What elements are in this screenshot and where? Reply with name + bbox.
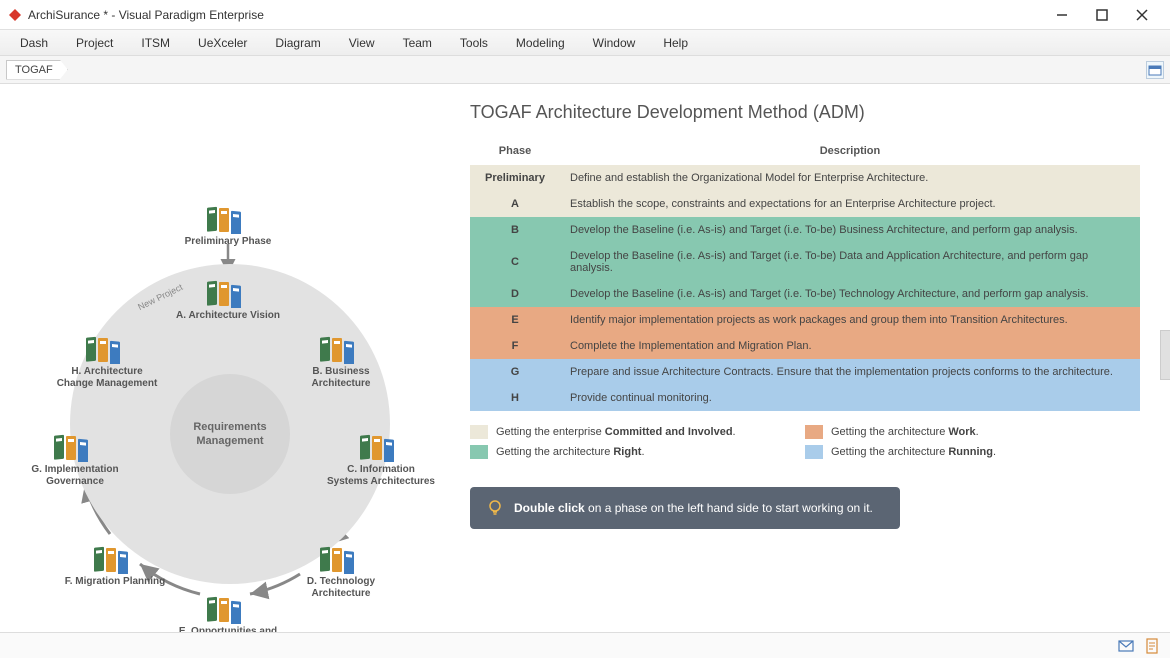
desc-cell: Complete the Implementation and Migratio… xyxy=(560,333,1140,359)
info-title: TOGAF Architecture Development Method (A… xyxy=(470,102,1140,123)
node-c[interactable]: C. Information Systems Architectures xyxy=(326,432,436,488)
binders-icon xyxy=(92,544,138,574)
node-label: H. Architecture Change Management xyxy=(52,366,162,390)
binders-icon xyxy=(205,278,251,308)
table-row: PreliminaryDefine and establish the Orga… xyxy=(470,165,1140,191)
menu-tools[interactable]: Tools xyxy=(446,32,502,54)
node-label: G. Implementation Governance xyxy=(20,464,130,488)
legend-right: Getting the architecture Right. xyxy=(470,445,805,459)
hint-rest: on a phase on the left hand side to star… xyxy=(585,501,873,515)
legend-committed: Getting the enterprise Committed and Inv… xyxy=(470,425,805,439)
menu-uexceler[interactable]: UeXceler xyxy=(184,32,261,54)
status-bar xyxy=(0,632,1170,658)
main-content: Requirements Management New Project Prel… xyxy=(0,84,1170,632)
window-title: ArchiSurance * - Visual Paradigm Enterpr… xyxy=(28,8,1042,22)
table-row: BDevelop the Baseline (i.e. As-is) and T… xyxy=(470,217,1140,243)
desc-cell: Provide continual monitoring. xyxy=(560,385,1140,411)
table-row: GPrepare and issue Architecture Contract… xyxy=(470,359,1140,385)
binders-icon xyxy=(84,334,130,364)
breadcrumb-togaf[interactable]: TOGAF xyxy=(6,60,68,80)
mail-icon[interactable] xyxy=(1118,638,1134,654)
menu-team[interactable]: Team xyxy=(389,32,446,54)
hint-box: Double click on a phase on the left hand… xyxy=(470,487,900,529)
desc-cell: Develop the Baseline (i.e. As-is) and Ta… xyxy=(560,243,1140,281)
table-row: EIdentify major implementation projects … xyxy=(470,307,1140,333)
app-icon xyxy=(8,8,22,22)
phase-cell: G xyxy=(470,359,560,385)
phase-cell: A xyxy=(470,191,560,217)
menu-project[interactable]: Project xyxy=(62,32,127,54)
requirements-center[interactable]: Requirements Management xyxy=(170,374,290,494)
desc-cell: Identify major implementation projects a… xyxy=(560,307,1140,333)
desc-cell: Develop the Baseline (i.e. As-is) and Ta… xyxy=(560,281,1140,307)
menu-diagram[interactable]: Diagram xyxy=(261,32,334,54)
menu-window[interactable]: Window xyxy=(579,32,650,54)
side-panel-handle[interactable] xyxy=(1160,330,1170,380)
node-g[interactable]: G. Implementation Governance xyxy=(20,432,130,488)
menu-modeling[interactable]: Modeling xyxy=(502,32,579,54)
phase-cell: F xyxy=(470,333,560,359)
menu-bar: Dash Project ITSM UeXceler Diagram View … xyxy=(0,30,1170,56)
table-row: CDevelop the Baseline (i.e. As-is) and T… xyxy=(470,243,1140,281)
minimize-button[interactable] xyxy=(1042,1,1082,29)
table-row: AEstablish the scope, constraints and ex… xyxy=(470,191,1140,217)
menu-dash[interactable]: Dash xyxy=(6,32,62,54)
node-h[interactable]: H. Architecture Change Management xyxy=(52,334,162,390)
phase-cell: H xyxy=(470,385,560,411)
node-label: F. Migration Planning xyxy=(65,576,166,588)
node-label: C. Information Systems Architectures xyxy=(326,464,436,488)
node-label: B. Business Architecture xyxy=(286,366,396,390)
desc-cell: Define and establish the Organizational … xyxy=(560,165,1140,191)
desc-cell: Prepare and issue Architecture Contracts… xyxy=(560,359,1140,385)
node-b[interactable]: B. Business Architecture xyxy=(286,334,396,390)
col-phase: Phase xyxy=(470,137,560,165)
phase-cell: B xyxy=(470,217,560,243)
menu-itsm[interactable]: ITSM xyxy=(127,32,184,54)
table-row: FComplete the Implementation and Migrati… xyxy=(470,333,1140,359)
menu-help[interactable]: Help xyxy=(649,32,702,54)
phase-cell: D xyxy=(470,281,560,307)
legend: Getting the enterprise Committed and Inv… xyxy=(470,425,1140,465)
hint-bold: Double click xyxy=(514,501,585,515)
maximize-button[interactable] xyxy=(1082,1,1122,29)
binders-icon xyxy=(205,594,251,624)
requirements-label: Requirements Management xyxy=(193,420,266,449)
desc-cell: Establish the scope, constraints and exp… xyxy=(560,191,1140,217)
phase-table: Phase Description PreliminaryDefine and … xyxy=(470,137,1140,411)
node-d[interactable]: D. Technology Architecture xyxy=(286,544,396,600)
binders-icon xyxy=(205,204,251,234)
document-icon[interactable] xyxy=(1144,638,1160,654)
table-row: DDevelop the Baseline (i.e. As-is) and T… xyxy=(470,281,1140,307)
menu-view[interactable]: View xyxy=(335,32,389,54)
binders-icon xyxy=(358,432,404,462)
phase-cell: C xyxy=(470,243,560,281)
desc-cell: Develop the Baseline (i.e. As-is) and Ta… xyxy=(560,217,1140,243)
lightbulb-icon xyxy=(486,499,504,517)
col-description: Description xyxy=(560,137,1140,165)
binders-icon xyxy=(318,334,364,364)
window-titlebar: ArchiSurance * - Visual Paradigm Enterpr… xyxy=(0,0,1170,30)
phase-cell: E xyxy=(470,307,560,333)
switch-diagram-icon[interactable] xyxy=(1146,61,1164,79)
phase-cell: Preliminary xyxy=(470,165,560,191)
node-f[interactable]: F. Migration Planning xyxy=(60,544,170,588)
node-preliminary[interactable]: Preliminary Phase xyxy=(173,204,283,248)
node-label: Preliminary Phase xyxy=(185,236,272,248)
diagram-pane: Requirements Management New Project Prel… xyxy=(0,84,460,632)
binders-icon xyxy=(52,432,98,462)
close-button[interactable] xyxy=(1122,1,1162,29)
legend-work: Getting the architecture Work. xyxy=(805,425,1140,439)
legend-running: Getting the architecture Running. xyxy=(805,445,1140,459)
node-label: A. Architecture Vision xyxy=(176,310,280,322)
adm-diagram: Requirements Management New Project Prel… xyxy=(10,94,450,614)
table-row: HProvide continual monitoring. xyxy=(470,385,1140,411)
node-a[interactable]: A. Architecture Vision xyxy=(173,278,283,322)
binders-icon xyxy=(318,544,364,574)
breadcrumb-bar: TOGAF xyxy=(0,56,1170,84)
info-pane: TOGAF Architecture Development Method (A… xyxy=(460,84,1170,632)
node-label: D. Technology Architecture xyxy=(286,576,396,600)
